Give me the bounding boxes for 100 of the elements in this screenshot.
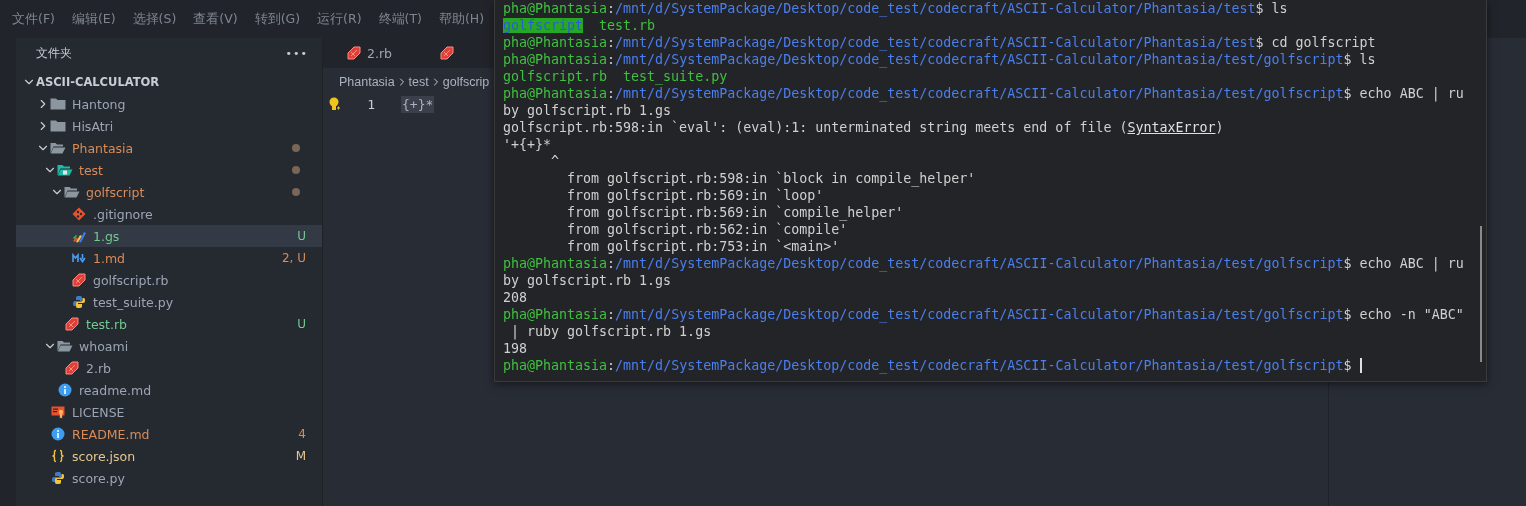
status-label: U (297, 317, 306, 331)
folder-row[interactable]: whoami (16, 335, 322, 357)
terminal-line: '+{+}* (503, 136, 552, 153)
snake-icon (72, 295, 86, 309)
menu-item[interactable]: 查看(V) (193, 10, 238, 28)
folder-icon (50, 98, 66, 110)
info-icon (51, 427, 65, 441)
terminal-line: 208 (503, 289, 528, 306)
root-row[interactable]: ASCII-CALCULATOR (16, 71, 322, 93)
file-row[interactable]: LICENSE (16, 401, 322, 423)
item-name: readme.md (79, 382, 152, 398)
file-row[interactable]: README.md 4 (16, 423, 322, 445)
gem-icon (347, 46, 361, 60)
terminal-line: pha@Phantasia:/mnt/d/SystemPackage/Desktop/code_test/codecraft/ASCII-Calculator/Phantasia/test/golfscript$ ls (503, 51, 1376, 68)
folder-row[interactable]: test (16, 159, 322, 181)
terminal-line: pha@Phantasia:/mnt/d/SystemPackage/Desktop/code_test/codecraft/ASCII-Calculator/Phantasia/test/golfscript$ echo -n "ABC" (503, 306, 1464, 323)
file-row[interactable]: test_suite.py (16, 291, 322, 313)
folder-row[interactable]: golfscript (16, 181, 322, 203)
item-name: 2.rb (86, 360, 111, 376)
terminal-line: pha@Phantasia:/mnt/d/SystemPackage/Desktop/code_test/codecraft/ASCII-Calculator/Phantasia/test$ cd golfscript (503, 34, 1376, 51)
file-row[interactable]: 2.rb (16, 357, 322, 379)
terminal-line: pha@Phantasia:/mnt/d/SystemPackage/Desktop/code_test/codecraft/ASCII-Calculator/Phantasia/test/golfscript$ echo ABC | ru (503, 85, 1464, 102)
gem-icon (72, 273, 86, 287)
item-name: 1.md (93, 250, 126, 266)
gem-icon (65, 317, 79, 331)
menu-item[interactable]: 运行(R) (317, 10, 362, 28)
terminal-line: by golfscript.rb 1.gs (503, 102, 672, 119)
terminal-line: from golfscript.rb:753:in `<main>' (566, 238, 840, 255)
item-name: 1.gs (93, 228, 120, 244)
item-name: test_suite.py (93, 294, 174, 310)
item-name: test.rb (86, 316, 128, 332)
file-row[interactable]: golfscript.rb (16, 269, 322, 291)
file-row[interactable]: .gitignore (16, 203, 322, 225)
root-folder-name: ASCII-CALCULATOR (36, 75, 160, 89)
certificate-icon (51, 405, 65, 419)
terminal-line: by golfscript.rb 1.gs (503, 272, 672, 289)
item-name: Hantong (72, 96, 126, 112)
folder-row[interactable]: Phantasia (16, 137, 322, 159)
breadcrumb-item[interactable]: golfscrip (442, 75, 490, 89)
terminal-line: pha@Phantasia:/mnt/d/SystemPackage/Desktop/code_test/codecraft/ASCII-Calculator/Phantasia/test$ ls (503, 0, 1288, 17)
file-row[interactable]: test.rb U (16, 313, 322, 335)
panel-title: 文件夹 (36, 45, 72, 61)
status-label: 4 (298, 427, 306, 441)
item-name: README.md (72, 426, 150, 442)
item-name: test (79, 162, 103, 178)
menu-item[interactable]: 终端(T) (378, 10, 422, 28)
menu-item[interactable]: 编辑(E) (71, 10, 116, 28)
file-row[interactable]: score.json M (16, 445, 322, 467)
snake-icon (51, 471, 65, 485)
gem-icon (440, 46, 454, 60)
open-folder-icon (64, 186, 80, 198)
arrow-down-icon (71, 253, 87, 263)
folder-icon (50, 120, 66, 132)
braces-icon (51, 449, 65, 463)
diamond-icon (72, 207, 86, 221)
terminal-line: golfscript.rb:598:in `eval': (eval):1: unterminated string meets end of file (SyntaxError) (503, 119, 1224, 136)
item-name: LICENSE (72, 404, 125, 420)
lightbulb-icon[interactable] (329, 97, 341, 111)
open-folder-icon (57, 340, 73, 352)
terminal-line: 198 (503, 340, 528, 357)
file-row[interactable]: 1.md 2, U (16, 247, 322, 269)
gem-icon (65, 361, 79, 375)
bars-icon (71, 229, 87, 243)
menu-item[interactable]: 选择(S) (132, 10, 177, 28)
item-name: HisAtri (72, 118, 114, 134)
breadcrumb-item[interactable]: test (408, 75, 429, 89)
item-name: whoami (79, 338, 129, 354)
terminal-line: golfscript.rb test_suite.py (503, 68, 728, 85)
folder-row[interactable]: Hantong (16, 93, 322, 115)
item-name: golfscript (86, 184, 145, 200)
file-row[interactable]: readme.md (16, 379, 322, 401)
scrollbar-thumb[interactable] (1480, 226, 1482, 362)
terminal-line: from golfscript.rb:569:in `loop' (566, 187, 824, 204)
menu-item[interactable]: 帮助(H) (438, 10, 485, 28)
terminal-line: golfscript test.rb (503, 17, 656, 34)
breadcrumb-item[interactable]: Phantasia (339, 75, 395, 89)
terminal-line: from golfscript.rb:598:in `block in compile_helper' (566, 170, 976, 187)
open-folder-icon (50, 142, 66, 154)
terminal-line: from golfscript.rb:562:in `compile' (566, 221, 848, 238)
item-name: score.py (72, 470, 125, 486)
status-label: M (295, 449, 306, 463)
file-row[interactable]: score.py (16, 467, 322, 489)
editor-tab[interactable]: 2.rb (323, 38, 416, 68)
info-icon (58, 383, 72, 397)
item-name: golfscript.rb (93, 272, 169, 288)
menu-item[interactable]: 转到(G) (254, 10, 301, 28)
status-label: U (297, 229, 306, 243)
line-number: 1 (366, 96, 375, 112)
terminal-line: pha@Phantasia:/mnt/d/SystemPackage/Desktop/code_test/codecraft/ASCII-Calculator/Phantasia/test/golfscript$ echo ABC | ru (503, 255, 1464, 272)
item-name: Phantasia (72, 140, 134, 156)
folder-row[interactable]: HisAtri (16, 115, 322, 137)
terminal-line: pha@Phantasia:/mnt/d/SystemPackage/Desktop/code_test/codecraft/ASCII-Calculator/Phantasia/test/golfscript$ (503, 357, 1362, 374)
terminal-line: from golfscript.rb:569:in `compile_helper' (566, 204, 904, 221)
status-label: 2, U (281, 251, 306, 265)
more-actions-button[interactable]: ••• (285, 46, 308, 60)
file-row[interactable]: 1.gs U (16, 225, 322, 247)
item-name: .gitignore (93, 206, 153, 222)
terminal-line: ^ (550, 153, 560, 170)
menu-item[interactable]: 文件(F) (12, 10, 55, 28)
terminal-line: | ruby golfscript.rb 1.gs (510, 323, 712, 340)
